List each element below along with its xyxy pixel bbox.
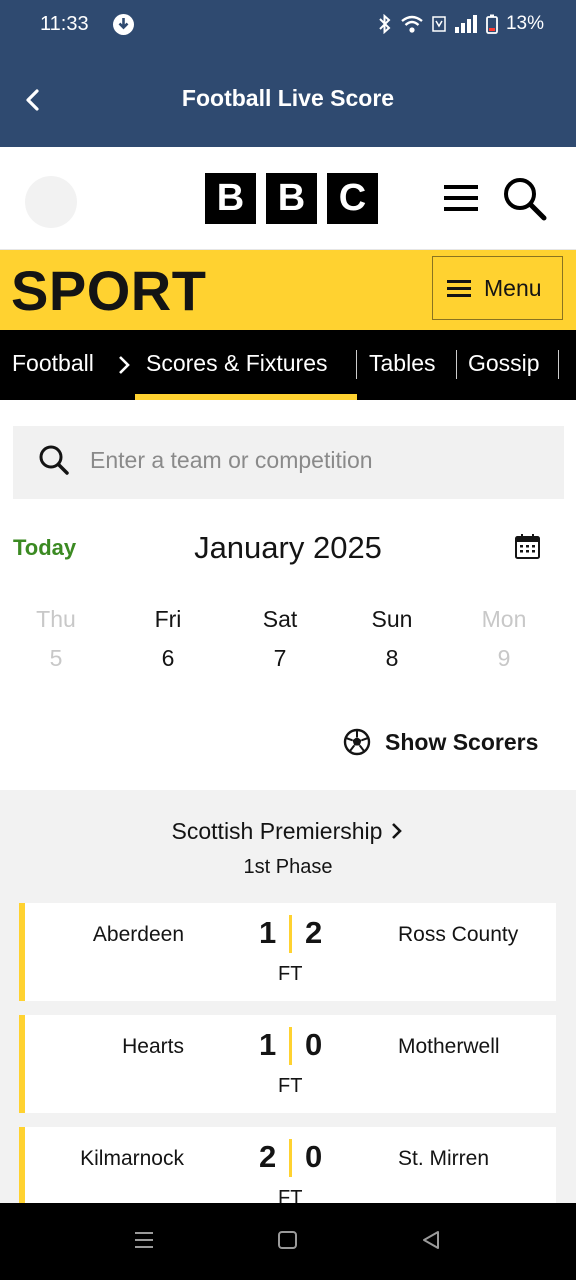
- team-search-input[interactable]: Enter a team or competition: [13, 426, 564, 499]
- bbc-header: B B C: [0, 147, 576, 250]
- day-name: Sun: [371, 606, 413, 632]
- signal-icon: [454, 14, 478, 34]
- day-sat[interactable]: Sat 7: [235, 600, 325, 672]
- show-scorers-toggle[interactable]: Show Scorers: [343, 728, 538, 756]
- wifi-icon: [400, 14, 424, 34]
- football-icon: [343, 728, 371, 756]
- nav-divider: [558, 350, 559, 379]
- away-score: 2: [305, 915, 323, 950]
- show-scorers-label: Show Scorers: [385, 728, 539, 755]
- volte-icon: [432, 14, 446, 34]
- match-card[interactable]: Aberdeen 1 2 Ross County FT: [19, 903, 556, 1001]
- away-team: Motherwell: [398, 1035, 500, 1058]
- day-number: 9: [497, 645, 511, 671]
- day-number: 8: [385, 645, 399, 671]
- away-team: St. Mirren: [398, 1147, 490, 1170]
- away-team: Ross County: [398, 923, 519, 946]
- bbc-logo-letter: B: [205, 173, 256, 224]
- day-name: Thu: [36, 606, 76, 632]
- results-section: Scottish Premiership 1st Phase Aberdeen …: [0, 790, 576, 1203]
- competition-link[interactable]: Scottish Premiership: [0, 818, 576, 847]
- away-score: 0: [305, 1027, 323, 1062]
- app-title: Football Live Score: [181, 85, 395, 111]
- score-divider: [289, 915, 292, 953]
- home-team: Aberdeen: [92, 923, 184, 946]
- download-icon: [113, 14, 134, 35]
- nav-tables[interactable]: Tables: [369, 350, 435, 377]
- calendar-icon[interactable]: [514, 533, 541, 565]
- search-placeholder: Enter a team or competition: [90, 447, 373, 473]
- match-status: FT: [278, 1075, 303, 1097]
- match-card[interactable]: Hearts 1 0 Motherwell FT: [19, 1015, 556, 1113]
- nav-divider: [356, 350, 357, 379]
- recent-apps-button[interactable]: [133, 1229, 155, 1256]
- day-number: 7: [273, 645, 287, 671]
- search-icon: [504, 178, 547, 221]
- search-icon: [39, 445, 69, 475]
- app-bar: Football Live Score: [0, 52, 576, 147]
- battery-percent: 13%: [505, 13, 544, 34]
- day-selector: Thu 5 Fri 6 Sat 7 Sun 8 Mon 9: [0, 600, 576, 690]
- back-nav-button[interactable]: [420, 1229, 442, 1256]
- sport-menu-button[interactable]: Menu: [432, 256, 563, 320]
- match-card[interactable]: Kilmarnock 2 0 St. Mirren FT: [19, 1127, 556, 1203]
- account-avatar[interactable]: [25, 176, 77, 228]
- sport-nav: Football Scores & Fixtures Tables Gossip: [0, 330, 576, 400]
- nav-divider: [456, 350, 457, 379]
- battery-icon: [486, 14, 498, 34]
- hamburger-icon: [447, 276, 471, 301]
- bbc-logo-letter: C: [327, 173, 378, 224]
- bbc-logo-letter: B: [266, 173, 317, 224]
- bluetooth-icon: [378, 14, 392, 34]
- date-header: Today January 2025: [0, 525, 576, 570]
- bbc-logo[interactable]: B B C: [205, 173, 378, 224]
- bbc-menu-button[interactable]: [444, 185, 478, 215]
- bbc-search-button[interactable]: [502, 176, 548, 229]
- score-divider: [289, 1027, 292, 1065]
- sport-title[interactable]: SPORT: [11, 258, 206, 323]
- nav-football[interactable]: Football: [12, 350, 94, 377]
- chevron-right-icon: [390, 820, 404, 847]
- competition-title: Scottish Premiership: [171, 818, 383, 844]
- menu-label: Menu: [484, 274, 542, 301]
- away-score: 0: [305, 1139, 323, 1174]
- home-score: 1: [259, 915, 277, 950]
- day-name: Fri: [154, 606, 182, 632]
- day-name: Sat: [262, 606, 298, 632]
- day-number: 5: [49, 645, 63, 671]
- day-thu[interactable]: Thu 5: [11, 600, 101, 672]
- match-status: FT: [278, 1187, 303, 1203]
- sport-bar: SPORT Menu: [0, 250, 576, 330]
- system-nav-bar: [0, 1203, 576, 1280]
- day-name: Mon: [481, 606, 527, 632]
- day-sun[interactable]: Sun 8: [347, 600, 437, 672]
- home-button[interactable]: [277, 1229, 299, 1256]
- home-team: Kilmarnock: [80, 1147, 184, 1170]
- score-divider: [289, 1139, 292, 1177]
- nav-gossip[interactable]: Gossip: [468, 350, 540, 377]
- day-fri[interactable]: Fri 6: [123, 600, 213, 672]
- home-score: 1: [259, 1027, 277, 1062]
- day-mon[interactable]: Mon 9: [459, 600, 549, 672]
- home-team: Hearts: [122, 1035, 184, 1058]
- home-score: 2: [259, 1139, 277, 1174]
- competition-phase: 1st Phase: [243, 856, 333, 878]
- status-bar: 11:33 13%: [0, 0, 576, 52]
- month-label: January 2025: [194, 530, 382, 565]
- chevron-right-icon: [116, 354, 132, 381]
- match-status: FT: [278, 963, 303, 985]
- nav-scores-fixtures[interactable]: Scores & Fixtures: [146, 350, 328, 377]
- nav-active-indicator: [135, 394, 357, 400]
- day-number: 6: [161, 645, 175, 671]
- status-time: 11:33: [40, 13, 89, 35]
